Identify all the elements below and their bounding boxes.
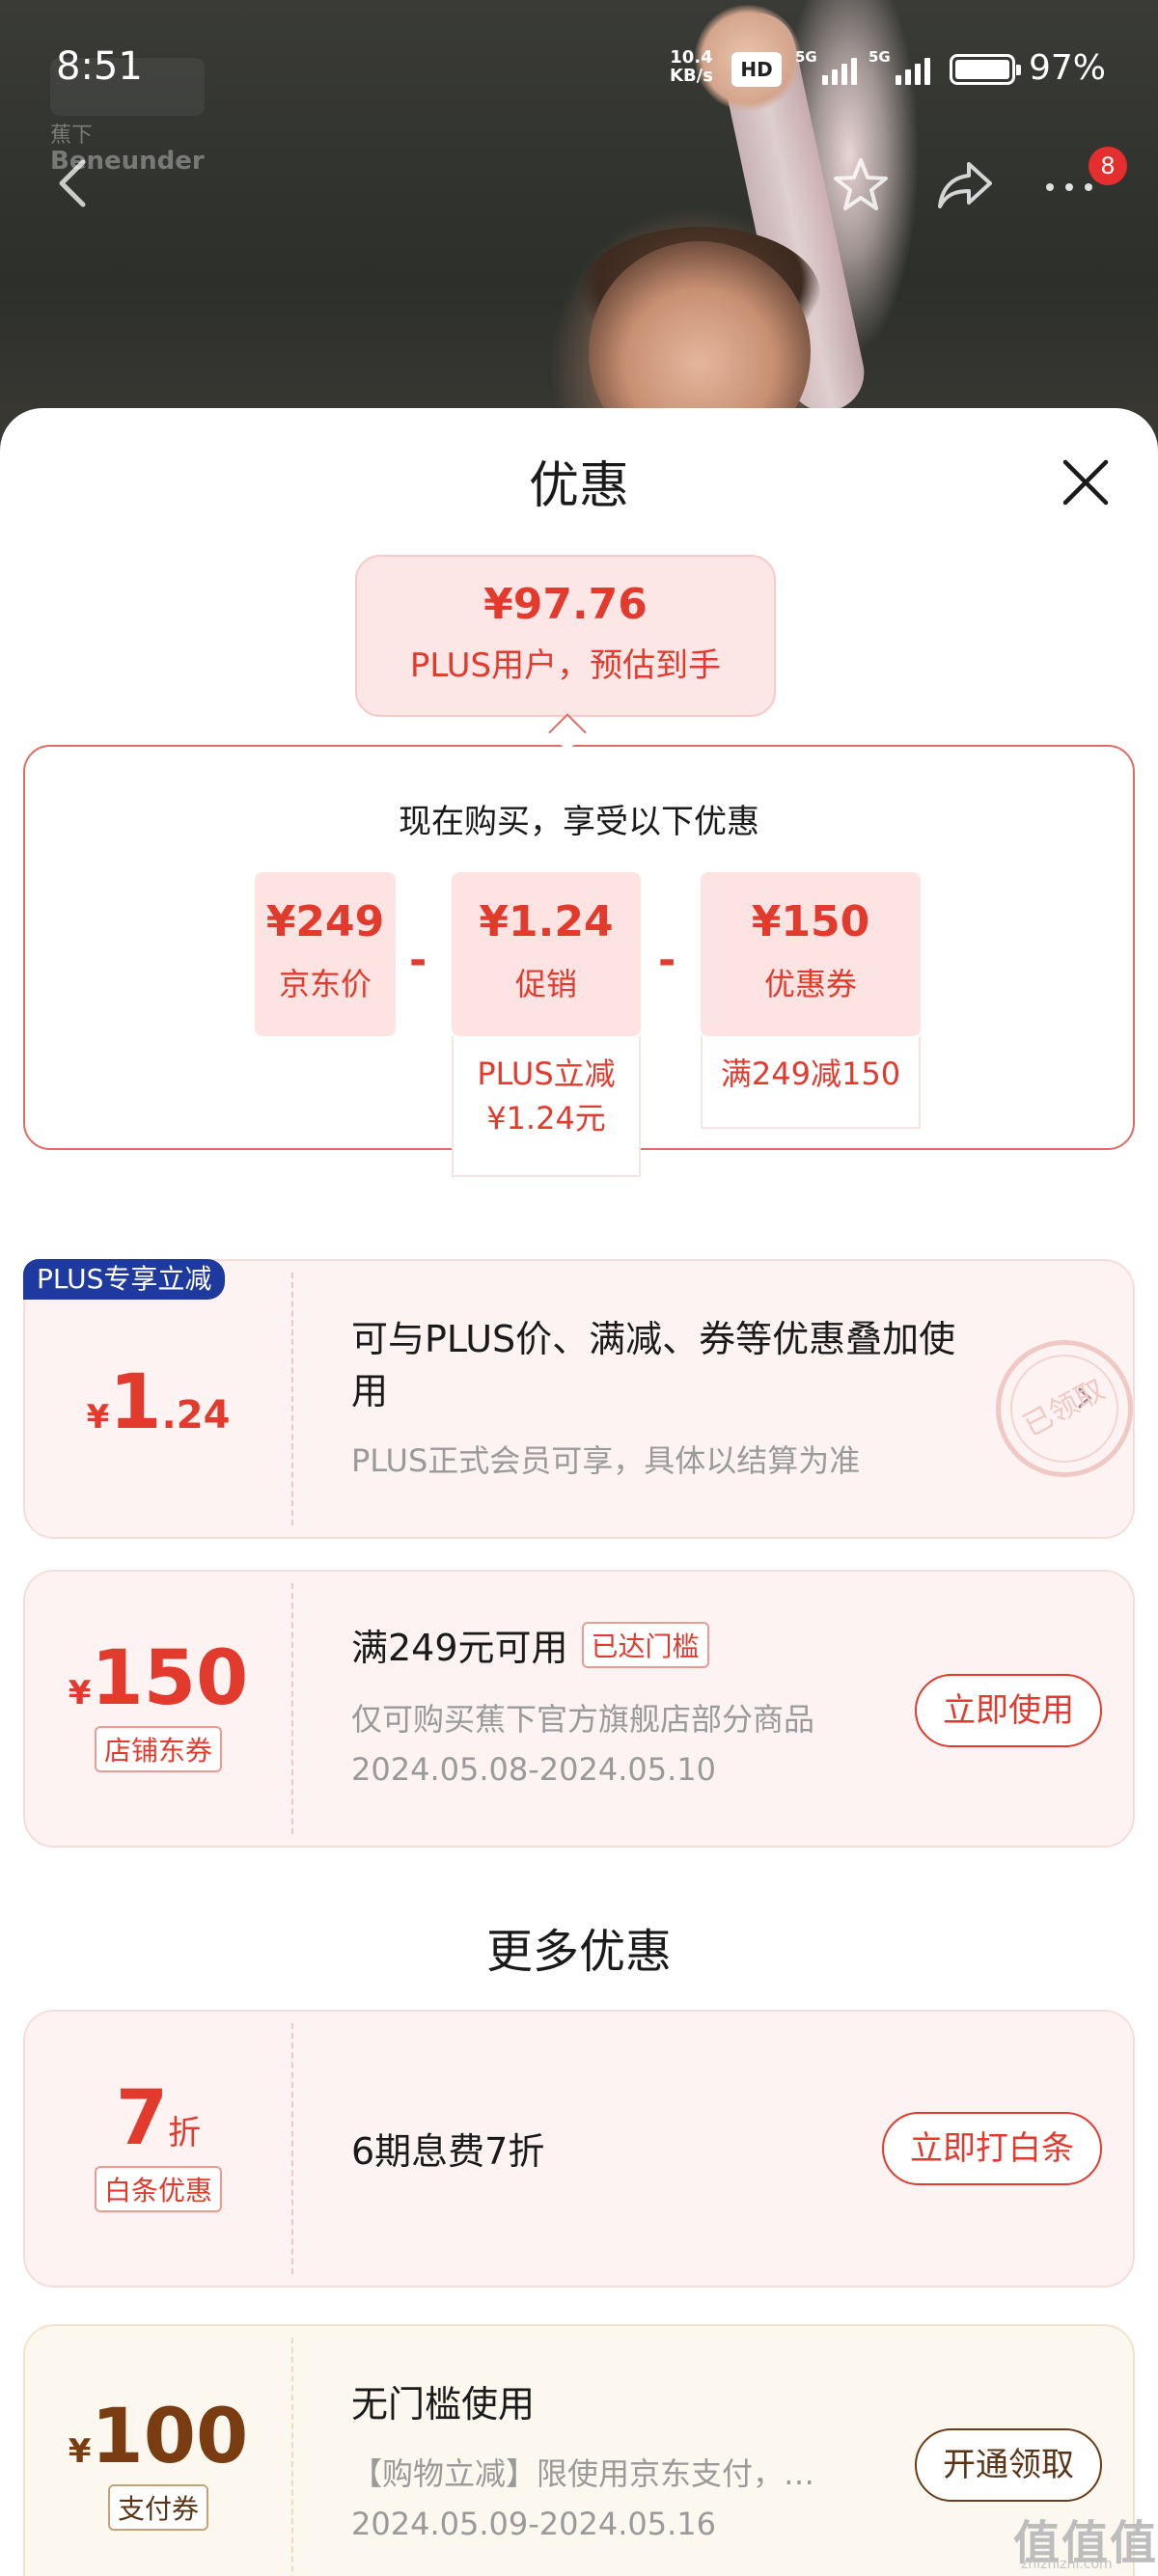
battery-percent: 97% — [1029, 48, 1107, 88]
currency-symbol: ¥ — [68, 1674, 92, 1713]
amount-decimal: .24 — [161, 1393, 231, 1438]
plus-amount-area: ¥1.24 — [25, 1261, 291, 1537]
calc-value: ¥249 — [265, 897, 385, 946]
battery-icon — [950, 54, 1021, 85]
calc-label: 京东价 — [278, 966, 372, 1002]
discount-unit: 折 — [168, 2114, 202, 2152]
hd-voice-icon: HD — [731, 52, 782, 87]
plus-amount: ¥1.24 — [25, 1359, 291, 1446]
plus-exclusive-tag: PLUS专享立减 — [23, 1259, 226, 1300]
sheet-title: 优惠 — [528, 457, 629, 515]
site-watermark-url: zhizhizhi.com — [1021, 2557, 1113, 2572]
clock: 8:51 — [56, 44, 143, 89]
coupon-title: 满249元可用 — [351, 1627, 568, 1669]
amount-integer: 1 — [109, 1359, 162, 1446]
discount-value: 7 — [115, 2075, 169, 2162]
calc-item-jd-price: ¥249 京东价 — [255, 872, 396, 1036]
network-speed-unit: KB/s — [670, 66, 713, 86]
estimated-price-bubble: ¥97.76 PLUS用户，预估到手 — [355, 555, 776, 717]
baitiao-type-tag: 白条优惠 — [94, 2166, 222, 2212]
plus-card-subtitle: PLUS正式会员可享，具体以结算为准 — [351, 1442, 861, 1479]
discount-calculation: 现在购买，享受以下优惠 ¥249 京东价 - ¥1.24 促销 PLUS立减 ¥… — [23, 745, 1135, 1177]
coupon-validity: 2024.05.08-2024.05.10 — [351, 1751, 716, 1788]
status-bar: 8:51 10.4 KB/s HD 5G 5G 97% — [0, 0, 1158, 135]
pay-title: 无门槛使用 — [351, 2383, 536, 2425]
activate-claim-button[interactable]: 开通领取 — [915, 2428, 1102, 2502]
pay-amount-area: ¥100 支付券 — [25, 2326, 291, 2576]
threshold-reached-tag: 已达门槛 — [581, 1621, 709, 1668]
use-now-button[interactable]: 立即使用 — [915, 1674, 1102, 1747]
share-icon[interactable] — [934, 154, 996, 216]
baitiao-title: 6期息费7折 — [351, 2130, 545, 2173]
coupon-value: 150 — [91, 1635, 249, 1722]
calc-label: 促销 — [514, 966, 577, 1002]
network-type-1: 5G — [795, 48, 817, 66]
plus-discount-card[interactable]: ¥1.24 可与PLUS价、满减、券等优惠叠加使用 PLUS正式会员可享，具体以… — [23, 1259, 1135, 1539]
calc-value: ¥1.24 — [479, 897, 614, 946]
baitiao-discount: 7折 — [25, 2075, 291, 2162]
notification-badge: 8 — [1089, 147, 1127, 185]
close-icon[interactable] — [1060, 456, 1112, 508]
pay-validity: 2024.05.09-2024.05.16 — [351, 2506, 716, 2542]
network-speed-value: 10.4 — [670, 47, 713, 68]
discount-sheet: 优惠 ¥97.76 PLUS用户，预估到手 现在购买，享受以下优惠 ¥249 京… — [0, 408, 1158, 2576]
minus-sign: - — [409, 936, 427, 985]
calc-note-coupon: 满249减150 — [701, 1036, 921, 1129]
more-discounts-title: 更多优惠 — [485, 1925, 672, 1979]
calc-value: ¥150 — [751, 897, 870, 946]
plus-card-title: 可与PLUS价、满减、券等优惠叠加使用 — [351, 1318, 956, 1412]
calc-title: 现在购买，享受以下优惠 — [399, 803, 759, 841]
calc-label: 优惠券 — [763, 966, 857, 1002]
dashed-divider — [291, 2023, 293, 2274]
coupon-amount: ¥150 — [25, 1635, 291, 1722]
pay-description: 【购物立减】限使用京东支付，… — [351, 2455, 815, 2492]
dashed-divider — [291, 2338, 293, 2576]
calc-note-promotion: PLUS立减 ¥1.24元 — [452, 1036, 641, 1177]
currency-symbol: ¥ — [86, 1398, 110, 1437]
star-favorite-icon[interactable] — [830, 154, 892, 216]
coupon-type-tag: 店铺东券 — [94, 1726, 222, 1772]
estimated-price: ¥97.76 — [483, 580, 648, 629]
baitiao-amount-area: 7折 白条优惠 — [25, 2012, 291, 2286]
coupon-description: 仅可购买蕉下官方旗舰店部分商品 — [351, 1701, 815, 1738]
estimated-price-label: PLUS用户，预估到手 — [409, 646, 722, 685]
pay-type-tag: 支付券 — [107, 2484, 208, 2531]
pay-coupon-value: 100 — [91, 2394, 249, 2480]
signal-strength-icon-2 — [896, 54, 930, 85]
pay-amount: ¥100 — [25, 2394, 291, 2480]
dashed-divider — [291, 1583, 293, 1834]
calc-item-coupon: ¥150 优惠券 — [701, 872, 921, 1036]
open-baitiao-button[interactable]: 立即打白条 — [882, 2112, 1102, 2185]
minus-sign: - — [658, 936, 676, 985]
network-type-2: 5G — [868, 48, 891, 66]
dashed-divider — [291, 1273, 293, 1525]
back-arrow-icon[interactable] — [48, 154, 96, 212]
coupon-amount-area: ¥150 店铺东券 — [25, 1572, 291, 1846]
network-speed: 10.4 KB/s — [670, 48, 713, 85]
calc-item-promotion: ¥1.24 促销 — [452, 872, 641, 1036]
signal-strength-icon-1 — [822, 54, 857, 85]
currency-symbol: ¥ — [68, 2432, 92, 2471]
